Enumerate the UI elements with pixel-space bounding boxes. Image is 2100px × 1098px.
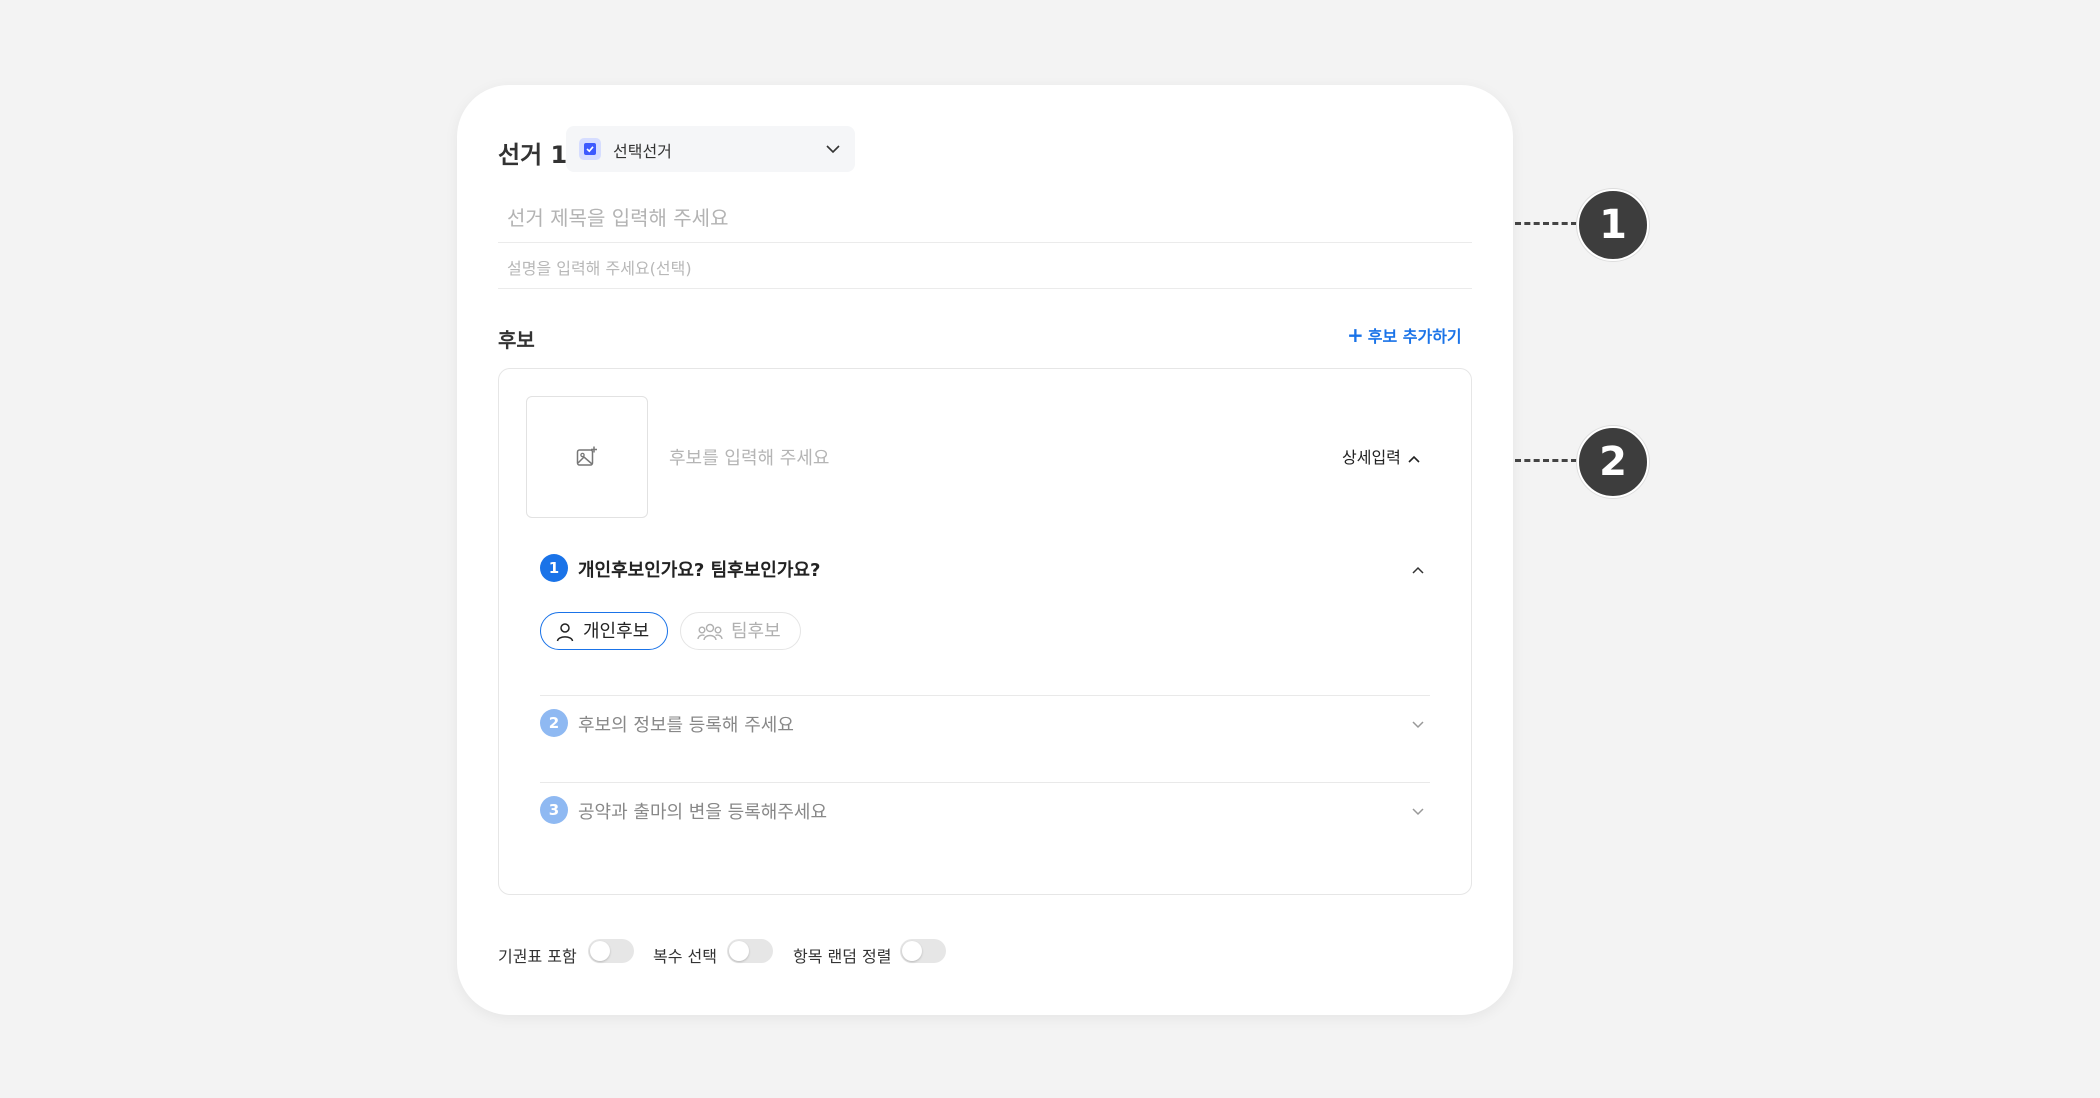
random-order-toggle[interactable] <box>900 939 946 963</box>
step-number-badge: 3 <box>540 796 568 824</box>
team-icon <box>697 623 723 641</box>
step-question: 개인후보인가요? 팀후보인가요? <box>578 560 821 581</box>
callout-badge-2: 2 <box>1577 426 1649 498</box>
election-type-value: 선택선거 <box>613 142 672 161</box>
multiple-choice-toggle[interactable] <box>727 939 773 963</box>
callout-line <box>1515 459 1577 462</box>
election-type-select[interactable]: 선택선거 <box>566 126 855 172</box>
detail-input-toggle[interactable]: 상세입력 <box>1342 444 1421 468</box>
candidate-panel: 후보를 입력해 주세요 상세입력 1 개인후보인가요? 팀후보인가요? 개인후보 <box>498 368 1472 895</box>
person-icon <box>556 623 574 642</box>
add-candidate-label: 후보 추가하기 <box>1367 327 1462 346</box>
divider <box>498 288 1472 289</box>
divider <box>498 242 1472 243</box>
chevron-down-icon <box>825 141 841 161</box>
plus-icon: + <box>1347 323 1364 347</box>
checkbox-icon <box>579 138 601 160</box>
option-label: 개인후보 <box>583 621 650 642</box>
callout-line <box>1515 222 1577 225</box>
candidate-type-team-option[interactable]: 팀후보 <box>680 612 801 650</box>
chevron-down-icon <box>1410 804 1426 824</box>
toggle-label: 복수 선택 <box>653 947 717 966</box>
chevron-up-icon <box>1410 562 1426 582</box>
candidates-label: 후보 <box>498 328 535 352</box>
step-question: 후보의 정보를 등록해 주세요 <box>578 715 794 736</box>
image-add-icon <box>576 446 597 466</box>
chevron-up-icon <box>1408 455 1420 463</box>
abstain-toggle[interactable] <box>588 939 634 963</box>
candidate-type-personal-option[interactable]: 개인후보 <box>540 612 668 650</box>
add-candidate-button[interactable]: + 후보 추가하기 <box>1347 323 1462 347</box>
step-number-badge: 1 <box>540 554 568 582</box>
election-description-input[interactable]: 설명을 입력해 주세요(선택) <box>507 255 692 279</box>
divider <box>540 782 1430 783</box>
toggle-label: 기권표 포함 <box>498 947 577 966</box>
candidate-image-upload[interactable] <box>526 396 648 518</box>
divider <box>540 695 1430 696</box>
election-label: 선거 1 <box>498 141 568 169</box>
chevron-down-icon <box>1410 717 1426 737</box>
detail-input-label: 상세입력 <box>1342 448 1401 467</box>
step-number-badge: 2 <box>540 709 568 737</box>
election-form-card: 선거 1 선택선거 선거 제목을 입력해 주세요 설명을 입력해 주세요(선택)… <box>457 85 1513 1015</box>
callout-badge-1: 1 <box>1577 189 1649 261</box>
candidate-name-input[interactable]: 후보를 입력해 주세요 <box>669 444 829 470</box>
election-title-input[interactable]: 선거 제목을 입력해 주세요 <box>507 202 728 231</box>
step-question: 공약과 출마의 변을 등록해주세요 <box>578 802 828 823</box>
toggle-label: 항목 랜덤 정렬 <box>793 947 892 966</box>
option-label: 팀후보 <box>731 621 781 642</box>
